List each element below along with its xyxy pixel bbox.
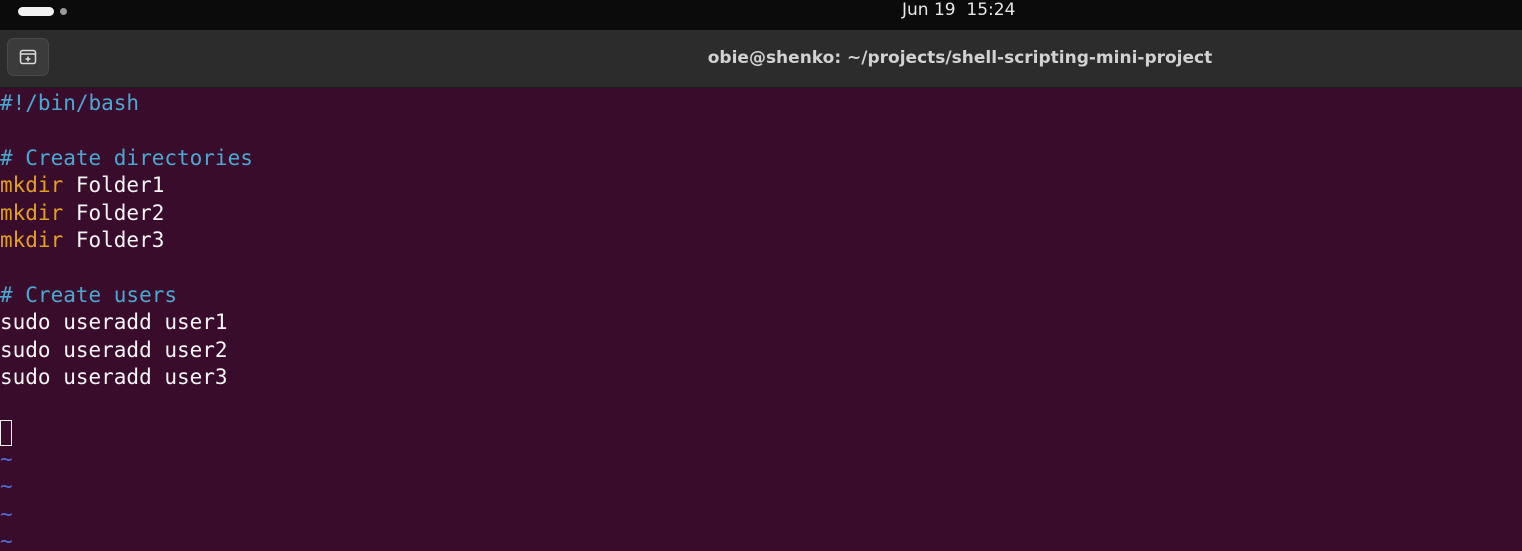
editor-line-13	[0, 419, 253, 446]
mkdir-command: mkdir	[0, 200, 64, 225]
editor-line-8: # Create users	[0, 282, 253, 309]
mkdir-command: mkdir	[0, 227, 64, 252]
tilde-marker: ~	[0, 474, 13, 499]
new-tab-icon	[19, 49, 37, 65]
comment-create-directories: # Create directories	[0, 145, 253, 170]
mkdir-command: mkdir	[0, 173, 64, 198]
text-cursor	[0, 419, 12, 446]
new-tab-button[interactable]	[7, 38, 49, 76]
system-top-bar: Jun 19 15:24	[0, 0, 1522, 30]
mkdir-argument: Folder2	[63, 200, 165, 225]
editor-line-9: sudo useradd user1	[0, 309, 253, 336]
window-title: obie@shenko: ~/projects/shell-scripting-…	[707, 48, 1213, 68]
editor-line-4: mkdir Folder1	[0, 172, 253, 199]
editor-line-1: #!/bin/bash	[0, 90, 253, 117]
mkdir-argument: Folder1	[63, 173, 165, 198]
editor-line-12	[0, 391, 253, 418]
empty-line-marker: ~	[0, 501, 253, 528]
empty-line-marker: ~	[0, 473, 253, 500]
editor-line-5: mkdir Folder2	[0, 200, 253, 227]
tilde-marker: ~	[0, 501, 13, 526]
workspace-inactive-indicator	[60, 7, 67, 15]
comment-create-users: # Create users	[0, 282, 178, 307]
shebang-line: #!/bin/bash	[0, 91, 140, 115]
editor-line-7	[0, 254, 253, 281]
workspace-active-indicator	[18, 6, 54, 16]
activities-indicator[interactable]	[18, 6, 67, 16]
tilde-marker: ~	[0, 529, 13, 551]
empty-line-marker: ~	[0, 528, 253, 551]
tilde-marker: ~	[0, 447, 13, 472]
editor-line-10: sudo useradd user2	[0, 337, 253, 364]
editor-buffer[interactable]: #!/bin/bash # Create directories mkdir F…	[0, 90, 253, 551]
mkdir-argument: Folder3	[63, 227, 165, 252]
useradd-line: sudo useradd user1	[0, 310, 228, 335]
editor-line-3: # Create directories	[0, 145, 253, 172]
useradd-line: sudo useradd user3	[0, 364, 228, 389]
clock[interactable]: Jun 19 15:24	[902, 0, 1015, 20]
terminal-content[interactable]: #!/bin/bash # Create directories mkdir F…	[0, 88, 1522, 551]
editor-line-2	[0, 117, 253, 144]
editor-line-11: sudo useradd user3	[0, 364, 253, 391]
terminal-title-bar: obie@shenko: ~/projects/shell-scripting-…	[0, 30, 1522, 88]
useradd-line: sudo useradd user2	[0, 337, 228, 362]
empty-line-marker: ~	[0, 446, 253, 473]
editor-line-6: mkdir Folder3	[0, 227, 253, 254]
